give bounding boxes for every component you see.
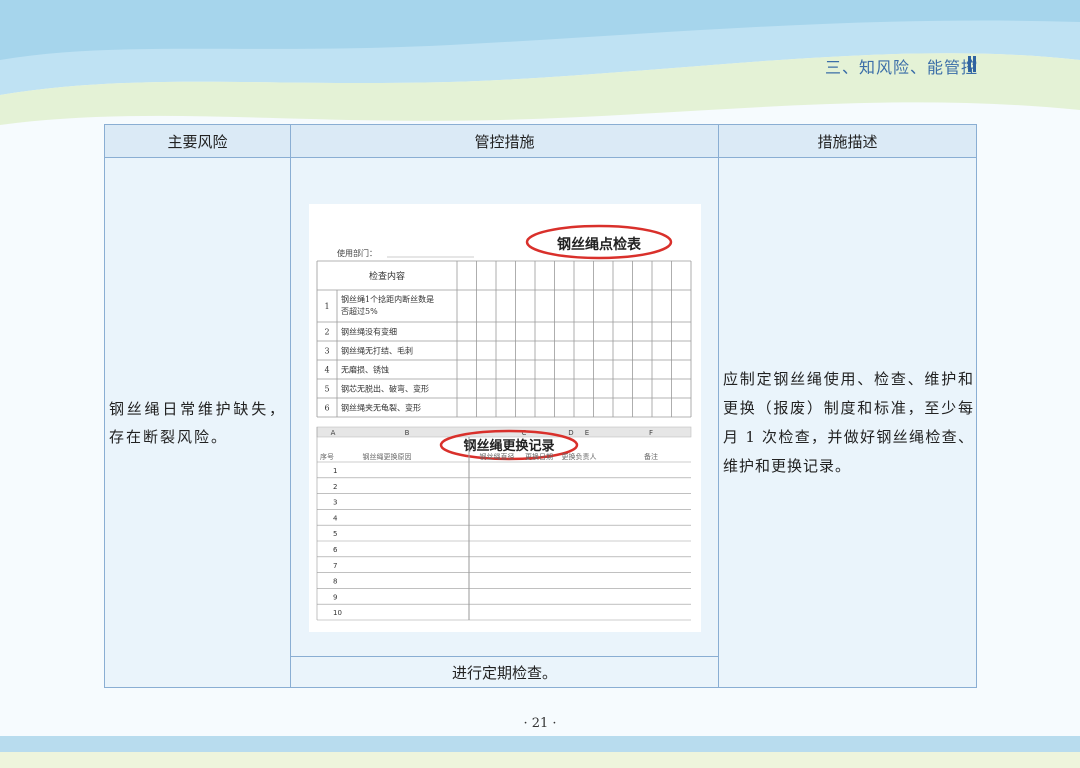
- replacement-record-title: 钢丝绳更换记录: [463, 438, 554, 454]
- column-header: 备注: [644, 452, 658, 461]
- column-letter: B: [405, 429, 410, 437]
- row-number: 1: [333, 467, 337, 475]
- column-letter: E: [585, 429, 589, 437]
- inspection-forms-image: 钢丝绳点检表使用部门： 检查内容 1 钢丝绳1个捻距内断丝数是 否超过5% 2 钢丝绳没有变…: [309, 204, 701, 632]
- row-number: 8: [333, 578, 337, 586]
- column-letter: D: [568, 429, 573, 437]
- dept-label: 使用部门：: [337, 248, 377, 258]
- inspection-item-text: 无磨损、锈蚀: [341, 365, 389, 375]
- content-header: 检查内容: [369, 270, 405, 282]
- column-header: 更换日期: [525, 452, 553, 461]
- column-header: 钢丝绳更换原因: [363, 452, 412, 461]
- inspection-item-text: 钢丝绳没有变细: [341, 327, 397, 337]
- inspection-item-text: 钢丝绳无打结、毛刺: [341, 346, 413, 356]
- column-header: 更换负责人: [562, 452, 597, 461]
- row-number: 5: [333, 530, 337, 538]
- column-letter: A: [331, 429, 336, 437]
- page-number: · 21 ·: [523, 716, 557, 731]
- footer-band-decoration: [0, 736, 1080, 768]
- table-row: 钢丝绳日常维护缺失，存在断裂风险。 钢丝绳点检表使用部门： 检查内容 1 钢丝绳1个捻…: [104, 157, 977, 688]
- inspection-item-text: 钢丝绳夹无龟裂、变形: [341, 403, 421, 413]
- row-number: 3: [333, 499, 337, 507]
- inspection-item-number: 5: [324, 385, 329, 394]
- table-header-row: 主要风险 管控措施 措施描述: [104, 124, 977, 158]
- inspection-item-number: 3: [324, 347, 329, 356]
- inspection-item-number: 4: [324, 366, 329, 375]
- section-title: 三、知风险、能管控: [824, 58, 978, 77]
- column-header: 钢丝绳直径: [480, 452, 515, 461]
- control-text-cell: 进行定期检查。: [290, 656, 719, 688]
- row-number: 10: [333, 609, 342, 617]
- inspection-forms-drawing: 钢丝绳点检表使用部门： 检查内容 1 钢丝绳1个捻距内断丝数是否超过5% 2 钢丝绳没有变…: [316, 224, 692, 621]
- header-measure-description: 措施描述: [718, 124, 977, 158]
- row-number: 7: [333, 562, 337, 570]
- header-control-measure: 管控措施: [290, 124, 719, 158]
- row-number: 6: [333, 546, 338, 554]
- risk-text: 钢丝绳日常维护缺失，存在断裂风险。: [109, 399, 286, 446]
- row-number: 4: [333, 514, 338, 522]
- column-header: 序号: [320, 452, 334, 461]
- inspection-item-number: 2: [324, 328, 329, 337]
- inspection-item-text: 钢芯无脱出、破弯、变形: [341, 384, 429, 394]
- column-letter: F: [649, 429, 653, 437]
- inspection-item-number: 6: [324, 404, 329, 413]
- row-number: 9: [333, 593, 337, 601]
- row-number: 2: [333, 483, 337, 491]
- inspection-item-text-line: 否超过5%: [341, 306, 378, 316]
- control-image-cell: 钢丝绳点检表使用部门： 检查内容 1 钢丝绳1个捻距内断丝数是 否超过5% 2 钢丝绳没有变…: [290, 157, 719, 657]
- description-cell: 应制定钢丝绳使用、检查、维护和更换（报废）制度和标准，至少每月 1 次检查，并做…: [718, 157, 977, 688]
- risk-control-table: 主要风险 管控措施 措施描述 钢丝绳日常维护缺失，存在断裂风险。 钢丝绳点检表使…: [104, 124, 977, 688]
- inspection-form-title: 钢丝绳点检表: [557, 236, 642, 253]
- section-marker-icon: [968, 56, 978, 72]
- inspection-item-text-line: 钢丝绳1个捻距内断丝数是: [341, 294, 434, 304]
- control-text: 进行定期检查。: [451, 663, 557, 682]
- risk-cell: 钢丝绳日常维护缺失，存在断裂风险。: [104, 157, 291, 688]
- inspection-item-number: 1: [324, 302, 329, 311]
- header-main-risk: 主要风险: [104, 124, 291, 158]
- description-text: 应制定钢丝绳使用、检查、维护和更换（报废）制度和标准，至少每月 1 次检查，并做…: [723, 369, 974, 475]
